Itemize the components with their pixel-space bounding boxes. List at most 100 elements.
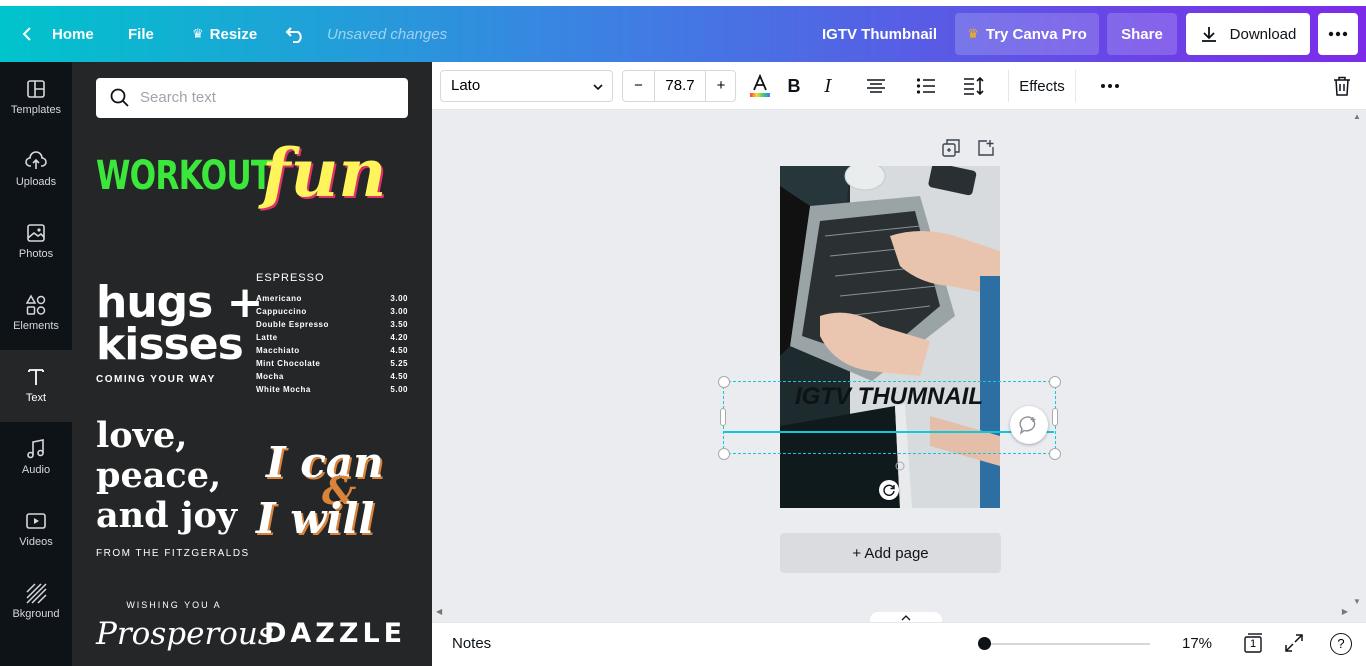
- menu-item-name: Americano: [256, 294, 302, 303]
- i-will-line: I will: [256, 494, 375, 543]
- page-count-button[interactable]: 1: [1242, 632, 1264, 654]
- trash-icon: [1334, 76, 1350, 96]
- rail-item-background[interactable]: Bkground: [0, 566, 72, 638]
- laptop-photo: [780, 166, 1000, 508]
- menu-row: Americano 3.00: [256, 292, 408, 305]
- rail-label: Photos: [18, 248, 54, 260]
- list-button[interactable]: [912, 70, 940, 102]
- text-sample-prosperous[interactable]: WISHING YOU A Prosperous: [96, 600, 274, 666]
- resize-handle-top-left[interactable]: [718, 376, 730, 388]
- home-button[interactable]: Home: [20, 6, 94, 62]
- bulleted-list-icon: [916, 78, 935, 94]
- font-family-select[interactable]: Lato: [440, 70, 613, 102]
- bold-icon: B: [787, 75, 801, 96]
- canvas-heading-text[interactable]: IGTV THUMNAIL: [724, 382, 1054, 412]
- notes-button[interactable]: Notes: [452, 635, 491, 652]
- decrease-font-size-button[interactable]: −: [623, 71, 655, 101]
- crown-icon: ♛: [967, 26, 979, 41]
- rail-item-text[interactable]: Text: [0, 350, 72, 422]
- text-icon: [28, 369, 44, 385]
- vertical-scrollbar[interactable]: ▲ ▼: [1352, 112, 1362, 606]
- text-sample-hugs-kisses[interactable]: hugs + kisses COMING YOUR WAY: [96, 280, 264, 392]
- try-pro-button[interactable]: ♛ Try Canva Pro: [955, 13, 1099, 55]
- comment-icon: [1019, 416, 1036, 435]
- bottom-bar: Notes 17% 1 ?: [432, 622, 1366, 666]
- rail-item-photos[interactable]: Photos: [0, 206, 72, 278]
- text-sample-espresso-menu[interactable]: ESPRESSO Americano 3.00 Cappuccino 3.00 Doub…: [256, 272, 408, 394]
- text-sample-love-peace-joy[interactable]: love, peace, and joy FROM THE FITZGERALD…: [96, 416, 252, 572]
- selected-text-box[interactable]: IGTV THUMNAIL: [723, 381, 1056, 454]
- chevron-up-icon: [901, 615, 911, 621]
- share-button[interactable]: Share: [1107, 13, 1177, 55]
- rail-label: Audio: [21, 464, 51, 476]
- add-page-button[interactable]: + Add page: [780, 533, 1001, 573]
- zoom-slider[interactable]: [978, 637, 1150, 650]
- effects-button[interactable]: Effects: [1008, 70, 1076, 102]
- file-menu-button[interactable]: File: [128, 6, 154, 62]
- zoom-level[interactable]: 17%: [1182, 635, 1212, 652]
- text-sample-fun[interactable]: fun: [262, 138, 412, 208]
- joy-line: and joy: [96, 495, 238, 536]
- increase-font-size-button[interactable]: +: [705, 71, 736, 101]
- resize-handle-bottom-right[interactable]: [1049, 448, 1061, 460]
- text-color-icon: [750, 74, 770, 97]
- editor-header: Home File ♛ Resize Unsaved changes IGTV …: [0, 6, 1366, 62]
- bold-button[interactable]: B: [780, 70, 808, 102]
- menu-item-name: White Mocha: [256, 385, 311, 394]
- spacing-button[interactable]: [960, 70, 988, 102]
- align-center-button[interactable]: [862, 70, 890, 102]
- delete-button[interactable]: [1328, 70, 1356, 102]
- background-icon: [26, 583, 47, 604]
- resize-handle-bottom-left[interactable]: [718, 448, 730, 460]
- chevron-down-icon: [593, 84, 603, 91]
- undo-button[interactable]: [285, 6, 307, 62]
- more-options-button[interactable]: [1318, 13, 1358, 55]
- more-horizontal-icon: [1328, 31, 1348, 37]
- resize-handle-right[interactable]: [1052, 408, 1058, 426]
- font-size-input[interactable]: 78.7: [655, 71, 705, 101]
- download-button[interactable]: Download: [1186, 13, 1310, 55]
- fullscreen-icon: [1285, 634, 1303, 652]
- resize-handle-left[interactable]: [720, 408, 726, 426]
- duplicate-page-icon[interactable]: [942, 139, 960, 157]
- text-color-button[interactable]: [746, 70, 774, 102]
- resize-handle-top-right[interactable]: [1049, 376, 1061, 388]
- rail-item-uploads[interactable]: Uploads: [0, 134, 72, 206]
- more-toolbar-options-button[interactable]: [1096, 70, 1124, 102]
- photo-icon: [27, 224, 45, 242]
- scroll-right-icon: ▶: [1341, 607, 1348, 616]
- document-title[interactable]: IGTV Thumbnail: [822, 6, 937, 62]
- more-horizontal-icon: [1101, 84, 1119, 88]
- left-rail: Templates Uploads Photos Elements Text A…: [0, 62, 72, 666]
- undo-icon: [285, 27, 302, 43]
- menu-list: Americano 3.00 Cappuccino 3.00 Double Espres…: [256, 292, 408, 394]
- search-text-input[interactable]: Search text: [96, 78, 408, 118]
- rail-item-audio[interactable]: Audio: [0, 422, 72, 494]
- rail-item-videos[interactable]: Videos: [0, 494, 72, 566]
- text-sample-i-can-i-will[interactable]: I can & I will: [256, 438, 416, 548]
- text-sample-dazzle[interactable]: DAZZLE: [264, 618, 412, 658]
- zoom-slider-thumb[interactable]: [978, 637, 991, 650]
- rail-label: Uploads: [15, 176, 57, 188]
- text-sample-workout[interactable]: WORKOUT: [96, 148, 272, 204]
- kisses-line: kisses: [96, 319, 244, 370]
- rail-item-templates[interactable]: Templates: [0, 62, 72, 134]
- prosperous-line: Prosperous: [96, 616, 274, 652]
- resize-button[interactable]: ♛ Resize: [192, 6, 257, 62]
- upload-icon: [25, 151, 47, 169]
- rail-item-elements[interactable]: Elements: [0, 278, 72, 350]
- rotate-icon: [883, 484, 895, 496]
- comment-button[interactable]: [1010, 406, 1048, 444]
- menu-item-price: 3.00: [390, 294, 408, 303]
- search-placeholder: Search text: [140, 89, 216, 106]
- page-number: 1: [1249, 638, 1257, 650]
- font-family-value: Lato: [451, 77, 481, 94]
- video-icon: [26, 513, 46, 529]
- design-page[interactable]: [780, 166, 1000, 508]
- help-icon: ?: [1337, 636, 1345, 651]
- add-page-icon[interactable]: [977, 139, 995, 157]
- help-button[interactable]: ?: [1330, 633, 1352, 655]
- rotate-handle[interactable]: [879, 480, 899, 500]
- italic-button[interactable]: I: [814, 70, 842, 102]
- fullscreen-button[interactable]: [1284, 633, 1306, 655]
